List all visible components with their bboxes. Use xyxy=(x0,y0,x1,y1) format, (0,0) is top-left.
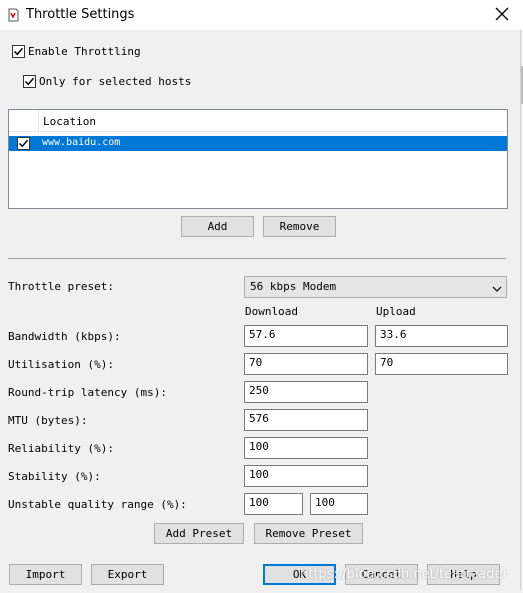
remove-preset-button[interactable]: Remove Preset xyxy=(254,523,363,544)
unstable-range-min-input[interactable]: 100 xyxy=(244,493,303,515)
mtu-label: MTU (bytes): xyxy=(8,414,88,427)
reliability-label: Reliability (%): xyxy=(8,442,114,455)
host-row[interactable]: www.baidu.com xyxy=(9,136,507,151)
download-column-label: Download xyxy=(245,305,298,318)
cancel-button[interactable]: Cancel xyxy=(345,564,418,585)
reliability-input[interactable]: 100 xyxy=(244,437,368,459)
stability-label: Stability (%): xyxy=(8,470,101,483)
chevron-down-icon xyxy=(492,283,502,292)
throttle-preset-value: 56 kbps Modem xyxy=(250,280,337,293)
title-bar: Throttle Settings xyxy=(0,0,523,30)
bandwidth-label: Bandwidth (kbps): xyxy=(8,330,121,343)
utilisation-label: Utilisation (%): xyxy=(8,358,114,371)
location-column-header[interactable]: Location xyxy=(39,110,507,132)
ok-button[interactable]: OK xyxy=(263,564,336,585)
add-preset-button[interactable]: Add Preset xyxy=(154,523,244,544)
hosts-list[interactable]: Location www.baidu.com xyxy=(8,109,508,209)
enable-throttling-checkbox[interactable] xyxy=(12,45,25,58)
separator xyxy=(8,258,506,259)
add-host-button[interactable]: Add xyxy=(181,216,254,237)
help-button[interactable]: Help xyxy=(427,564,500,585)
only-selected-hosts-check[interactable] xyxy=(23,75,36,88)
only-selected-hosts-checkbox[interactable] xyxy=(23,75,36,88)
window-right-border xyxy=(520,30,521,590)
only-selected-hosts-label[interactable]: Only for selected hosts xyxy=(39,75,191,88)
throttle-preset-label: Throttle preset: xyxy=(8,280,114,293)
location-header-label: Location xyxy=(43,115,96,128)
import-button[interactable]: Import xyxy=(9,564,82,585)
host-row-location: www.baidu.com xyxy=(42,137,121,148)
bandwidth-download-input[interactable]: 57.6 xyxy=(244,325,368,347)
hosts-list-check-header xyxy=(9,110,39,132)
export-button[interactable]: Export xyxy=(91,564,164,585)
close-icon[interactable] xyxy=(493,5,511,23)
window-title: Throttle Settings xyxy=(26,7,135,22)
enable-throttling-check[interactable] xyxy=(12,45,25,58)
latency-label: Round-trip latency (ms): xyxy=(8,386,167,399)
unstable-range-max-input[interactable]: 100 xyxy=(310,493,368,515)
upload-column-label: Upload xyxy=(376,305,416,318)
utilisation-upload-input[interactable]: 70 xyxy=(375,353,508,375)
enable-throttling-label[interactable]: Enable Throttling xyxy=(28,45,141,58)
app-icon xyxy=(7,8,19,22)
latency-input[interactable]: 250 xyxy=(244,381,368,403)
bandwidth-upload-input[interactable]: 33.6 xyxy=(375,325,508,347)
remove-host-button[interactable]: Remove xyxy=(263,216,336,237)
utilisation-download-input[interactable]: 70 xyxy=(244,353,368,375)
unstable-range-label: Unstable quality range (%): xyxy=(8,498,187,511)
throttle-preset-select[interactable]: 56 kbps Modem xyxy=(244,276,507,298)
mtu-input[interactable]: 576 xyxy=(244,409,368,431)
host-row-checkbox[interactable] xyxy=(17,137,30,150)
stability-input[interactable]: 100 xyxy=(244,465,368,487)
